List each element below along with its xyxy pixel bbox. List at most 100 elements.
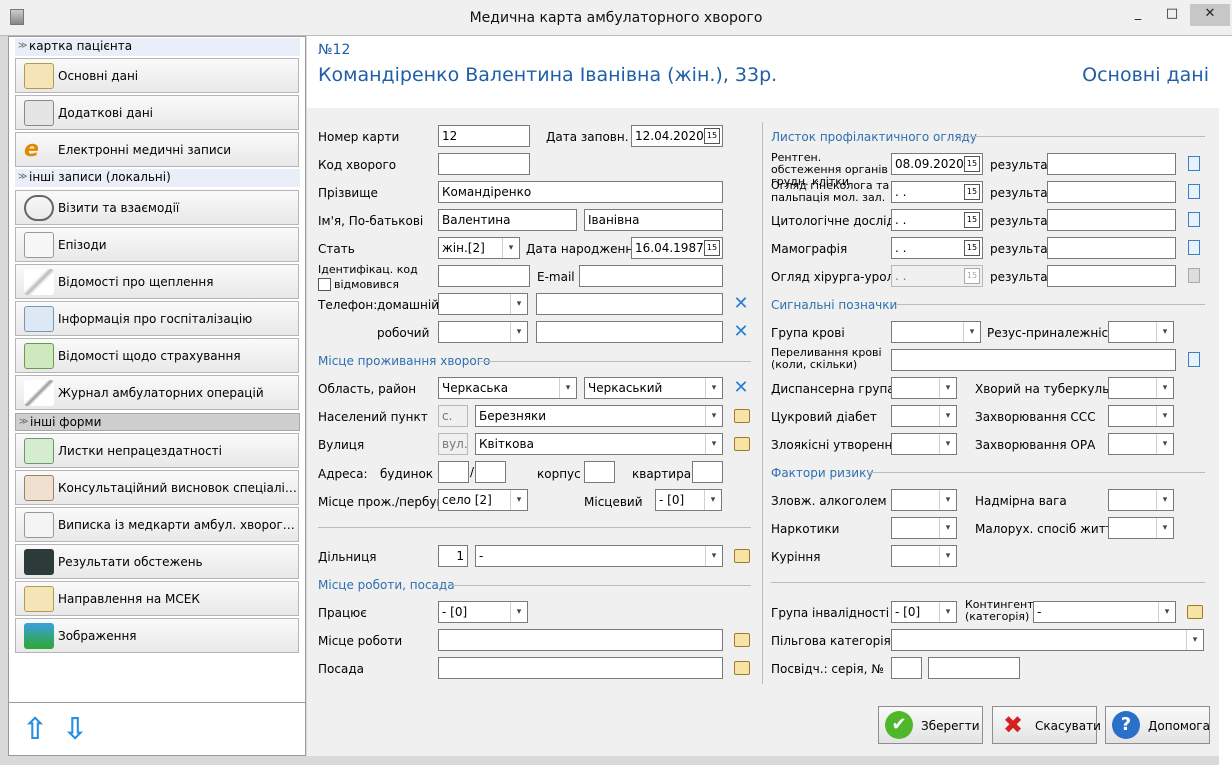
sidebar-item-sick-leave[interactable]: Листки непрацездатності (15, 433, 299, 468)
chevron-down-icon[interactable]: ▾ (939, 602, 956, 622)
book-icon[interactable] (734, 409, 750, 423)
chevron-down-icon[interactable]: ▾ (1158, 602, 1175, 622)
close-button[interactable]: ✕ (1190, 4, 1230, 26)
rh-select[interactable]: ▾ (1108, 321, 1174, 343)
book-icon[interactable] (1187, 605, 1203, 619)
disability-select[interactable]: - [0] ▾ (891, 601, 957, 623)
surgeon-result-field[interactable] (1047, 265, 1176, 287)
card-no-field[interactable]: 12 (438, 125, 530, 147)
chevron-down-icon[interactable]: ▾ (502, 238, 519, 258)
house-field[interactable] (438, 461, 469, 483)
chevron-down-icon[interactable]: ▾ (939, 490, 956, 510)
certificate-number-field[interactable] (928, 657, 1020, 679)
chevron-down-icon[interactable]: ▾ (705, 546, 722, 566)
arrow-down-icon[interactable]: ⇩ (61, 715, 89, 745)
house-fraction-field[interactable] (475, 461, 506, 483)
sidebar-item-results[interactable]: Результати обстежень (15, 544, 299, 579)
chevron-down-icon[interactable]: ▾ (1156, 434, 1173, 454)
email-field[interactable] (579, 265, 723, 287)
transfusion-field[interactable] (891, 349, 1176, 371)
cytology-result-field[interactable] (1047, 209, 1176, 231)
document-icon[interactable] (1188, 184, 1200, 199)
apartment-field[interactable] (692, 461, 723, 483)
work-phone-type-select[interactable]: ▾ (438, 321, 528, 343)
clear-icon[interactable]: ✕ (733, 295, 749, 313)
chevron-down-icon[interactable]: ▾ (1156, 322, 1173, 342)
home-phone-type-select[interactable]: ▾ (438, 293, 528, 315)
first-name-field[interactable]: Валентина (438, 209, 577, 231)
chevron-down-icon[interactable]: ▾ (705, 434, 722, 454)
sidebar-item-hospitalization[interactable]: Інформація про госпіталізацію (15, 301, 299, 336)
chevron-down-icon[interactable]: ▾ (704, 490, 721, 510)
sidebar-item-emr[interactable]: e Електронні медичні записи (15, 132, 299, 167)
employed-select[interactable]: - [0] ▾ (438, 601, 528, 623)
residence-kind-select[interactable]: село [2] ▾ (438, 489, 528, 511)
chevron-down-icon[interactable]: ▾ (1186, 630, 1203, 650)
group-other-forms[interactable]: ≫ інші форми (15, 413, 300, 431)
group-local-records[interactable]: ≫ інші записи (локальні) (15, 169, 300, 187)
mammography-date-field[interactable]: . . 15 (891, 237, 983, 259)
chevron-down-icon[interactable]: ▾ (1156, 378, 1173, 398)
fill-date-field[interactable]: 12.04.2020 15 (631, 125, 723, 147)
chevron-down-icon[interactable]: ▾ (939, 518, 956, 538)
sidebar-item-operations[interactable]: Журнал амбулаторних операцій (15, 375, 299, 410)
cancel-button[interactable]: ✖ Скасувати (992, 706, 1101, 744)
certificate-series-field[interactable] (891, 657, 922, 679)
sidebar-item-consultation[interactable]: Консультаційний висновок спеціаліста (..… (15, 470, 299, 505)
xray-result-field[interactable] (1047, 153, 1176, 175)
arrow-up-icon[interactable]: ⇧ (21, 715, 49, 745)
district-no-field[interactable]: 1 (438, 545, 468, 567)
smoking-select[interactable]: ▾ (891, 545, 957, 567)
dispensary-select[interactable]: ▾ (891, 377, 957, 399)
book-icon[interactable] (734, 437, 750, 451)
id-code-field[interactable] (438, 265, 530, 287)
document-icon[interactable] (1188, 156, 1200, 171)
chevron-down-icon[interactable]: ▾ (939, 406, 956, 426)
sidebar-item-extract[interactable]: Виписка із медкарти амбул. хворого (02..… (15, 507, 299, 542)
document-icon[interactable] (1188, 352, 1200, 367)
district-select[interactable]: Черкаський ▾ (584, 377, 723, 399)
sex-select[interactable]: жін.[2] ▾ (438, 237, 520, 259)
chevron-down-icon[interactable]: ▾ (705, 406, 722, 426)
ora-select[interactable]: ▾ (1108, 433, 1174, 455)
blood-group-select[interactable]: ▾ (891, 321, 981, 343)
local-select[interactable]: - [0] ▾ (655, 489, 722, 511)
chevron-down-icon[interactable]: ▾ (939, 378, 956, 398)
clear-icon[interactable]: ✕ (733, 379, 749, 397)
chevron-down-icon[interactable]: ▾ (939, 546, 956, 566)
refused-checkbox[interactable] (318, 278, 331, 291)
calendar-icon[interactable]: 15 (704, 128, 720, 144)
home-phone-field[interactable] (536, 293, 723, 315)
drugs-select[interactable]: ▾ (891, 517, 957, 539)
chevron-down-icon[interactable]: ▾ (510, 322, 527, 342)
sidebar-item-insurance[interactable]: Відомості щодо страхування (15, 338, 299, 373)
overweight-select[interactable]: ▾ (1108, 489, 1174, 511)
chevron-down-icon[interactable]: ▾ (705, 378, 722, 398)
book-icon[interactable] (734, 633, 750, 647)
sidebar-item-vaccination[interactable]: Відомості про щеплення (15, 264, 299, 299)
chevron-down-icon[interactable]: ▾ (963, 322, 980, 342)
calendar-icon[interactable]: 15 (964, 212, 980, 228)
district-name-select[interactable]: - ▾ (475, 545, 723, 567)
sedentary-select[interactable]: ▾ (1108, 517, 1174, 539)
cytology-date-field[interactable]: . . 15 (891, 209, 983, 231)
book-icon[interactable] (734, 549, 750, 563)
document-icon[interactable] (1188, 212, 1200, 227)
settlement-select[interactable]: Березняки ▾ (475, 405, 723, 427)
group-patient-card[interactable]: ≫ картка пацієнта (15, 38, 300, 56)
cvd-select[interactable]: ▾ (1108, 405, 1174, 427)
calendar-icon[interactable]: 15 (964, 184, 980, 200)
sidebar-item-msek[interactable]: Направлення на МСЕК (15, 581, 299, 616)
help-button[interactable]: ? Допомога (1105, 706, 1210, 744)
patient-code-field[interactable] (438, 153, 530, 175)
tb-select[interactable]: ▾ (1108, 377, 1174, 399)
workplace-field[interactable] (438, 629, 723, 651)
book-icon[interactable] (734, 661, 750, 675)
region-select[interactable]: Черкаська ▾ (438, 377, 577, 399)
chevron-down-icon[interactable]: ▾ (1156, 406, 1173, 426)
calendar-icon[interactable]: 15 (964, 240, 980, 256)
benefit-select[interactable]: ▾ (891, 629, 1204, 651)
sidebar-item-images[interactable]: Зображення (15, 618, 299, 653)
birth-date-field[interactable]: 16.04.1987 15 (631, 237, 723, 259)
maximize-button[interactable]: □ (1152, 4, 1192, 26)
